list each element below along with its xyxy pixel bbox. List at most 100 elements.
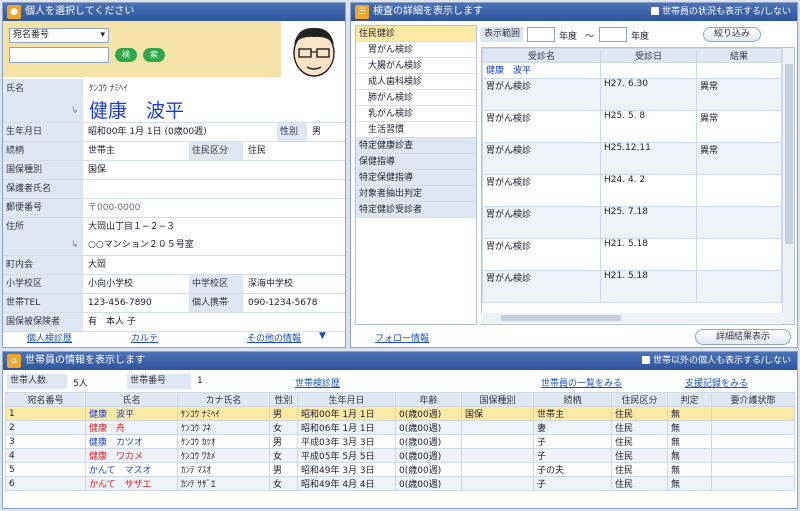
non-household-toggle[interactable]: 世帯以外の個人も表示する/しない (641, 352, 791, 370)
table-cell: H25. 7.18 (600, 206, 697, 239)
person-panel: ● 個人を選択してください 宛名番号 ▾ 検 索 氏名 ｹﾝｺｳ ﾅﾐﾍｲ 健康… (2, 2, 346, 348)
table-cell (711, 420, 795, 435)
search-type-select[interactable]: 宛名番号 ▾ (9, 28, 109, 43)
table-cell: 住民 (611, 476, 668, 491)
col-header: 生年月日 (297, 392, 396, 407)
search-button-a[interactable]: 検 (115, 48, 137, 62)
year-unit: 年度 (559, 32, 578, 42)
table-row[interactable]: 3 健康 カツオ ｹﾝｺｳ ｶﾂｵ男平成03年 3月 3日 0(歳00週) 子住民無 (5, 434, 795, 449)
col-header: 受診名 (482, 48, 601, 63)
table-cell: 0(歳00週) (395, 448, 462, 463)
other-info-link[interactable]: その他の情報 (247, 331, 301, 344)
menu-item[interactable]: 成人歯科検診 (356, 74, 476, 90)
search-input[interactable] (9, 47, 109, 63)
table-cell: 住民 (611, 434, 668, 449)
scroll-thumb[interactable] (785, 64, 793, 244)
link-icon[interactable]: ↳ (71, 240, 79, 250)
menu-item[interactable]: 保健指導 (356, 154, 476, 170)
personal-history-link[interactable]: 個人検診歴 (27, 331, 72, 344)
table-cell: 男 (269, 406, 298, 421)
table-row[interactable]: 胃がん検診 H25. 7.18 (482, 206, 782, 239)
table-cell: 無 (667, 476, 712, 491)
exam-menu: 住民健診 胃がん検診 大腸がん検診 成人歯科検診 肺がん検診 乳がん検診 生活習慣 特定健康診… (355, 25, 477, 325)
table-row[interactable]: 2 健康 舟ｹﾝｺｳ ﾌﾈ女昭和06年 1月 1日 0(歳00週) 妻住民無 (5, 420, 795, 435)
table-cell: ｹﾝｺｳ ﾅﾐﾍｲ (177, 406, 270, 421)
household-history-link[interactable]: 世帯検診歴 (295, 376, 340, 389)
table-cell: 2 (5, 420, 86, 435)
field-town: 町内会 大岡 (3, 256, 345, 275)
menu-item[interactable]: 住民健診 (356, 26, 476, 42)
menu-item[interactable]: 生活習慣 (356, 122, 476, 138)
table-row[interactable]: 胃がん検診 H21. 5.18 (482, 238, 782, 271)
household-list-link[interactable]: 世帯員の一覧をみる (541, 376, 622, 389)
checkbox-icon (650, 7, 659, 15)
table-cell: 昭和49年 3月 3日 (297, 462, 396, 477)
table-cell: 男 (269, 434, 298, 449)
menu-item[interactable]: 特定健診受診者 (356, 202, 476, 218)
menu-item[interactable]: 対象者抽出判定 (356, 186, 476, 202)
count-label: 世帯人数 (7, 374, 67, 389)
scroll-thumb[interactable] (501, 315, 621, 321)
table-row[interactable]: 4 健康 ワカメ ｹﾝｺｳ ﾜｶﾒ女平成05年 5月 5日 0(歳00週) 子住民無 (5, 448, 795, 463)
field-kokuho: 国保種別 国保 (3, 161, 345, 180)
horizontal-scrollbar[interactable] (481, 313, 783, 323)
table-cell (711, 434, 795, 449)
triangle-down-icon: ▼ (319, 331, 326, 341)
link-icon[interactable]: ↳ (71, 106, 79, 116)
table-cell: 0(歳00週) (395, 420, 462, 435)
non-household-toggle-label: 世帯以外の個人も表示する/しない (652, 356, 791, 366)
menu-item[interactable]: 肺がん検診 (356, 90, 476, 106)
field-value: 〒000-0000 (88, 203, 141, 213)
table-row[interactable]: 6 かんて サザエ ｶﾝﾃ ｻｻﾞｴ女昭和49年 4月 4日 0(歳00週) 子住民無 (5, 476, 795, 491)
field-label: 小学校区 (3, 275, 83, 293)
table-row[interactable]: 5 かんて マスオ ｶﾝﾃ ﾏｽｵ男昭和49年 3月 3日 0(歳00週) 子の夫 住民無 (5, 462, 795, 477)
household-number-value: 1 (197, 376, 203, 386)
menu-item[interactable]: 特定健康診査 (356, 138, 476, 154)
table-cell (461, 462, 534, 477)
narrow-button[interactable]: 絞り込み (703, 27, 761, 42)
table-cell (711, 406, 795, 421)
menu-item[interactable]: 乳がん検診 (356, 106, 476, 122)
followup-link[interactable]: フォロー情報 (375, 331, 429, 344)
table-cell: 子 (533, 448, 612, 463)
field-value (85, 180, 285, 198)
table-row[interactable]: 胃がん検診 H25.12.11 異常 (482, 142, 782, 175)
year-to-input[interactable] (599, 27, 627, 42)
household-header-row: 宛名番号 氏名 カナ氏名 性別 生年月日 年齢 国保種別 続柄 住民区分 判定 要介護状態 (5, 392, 795, 407)
table-cell: 健康 波平 (85, 406, 178, 421)
table-cell (711, 448, 795, 463)
household-table: 宛名番号 氏名 カナ氏名 性別 生年月日 年齢 国保種別 続柄 住民区分 判定 要介護状態 1 健康 … (5, 392, 795, 491)
table-cell: 0(歳00週) (395, 476, 462, 491)
col-header: 氏名 (85, 392, 178, 407)
table-cell: 0(歳00週) (395, 406, 462, 421)
table-cell: 5 (5, 462, 86, 477)
support-record-link[interactable]: 支援記録をみる (685, 376, 748, 389)
table-row[interactable]: 1 健康 波平 ｹﾝｺｳ ﾅﾐﾍｲ男昭和00年 1月 1日 0(歳00週) 国保 世帯主住… (5, 406, 795, 421)
menu-item[interactable]: 特定保健指導 (356, 170, 476, 186)
menu-item[interactable]: 胃がん検診 (356, 42, 476, 58)
table-cell: 子 (533, 434, 612, 449)
field-value: 090-1234-5678 (248, 298, 318, 308)
detail-panel-title: 検査の詳細を表示します (373, 6, 483, 17)
vertical-scrollbar[interactable] (782, 48, 794, 324)
table-row[interactable]: 胃がん検診 H27. 6.30 異常 (482, 78, 782, 111)
table-row[interactable]: 胃がん検診 H21. 5.18 (482, 270, 782, 303)
menu-item[interactable]: 大腸がん検診 (356, 58, 476, 74)
table-cell: 異常 (696, 78, 782, 111)
table-cell (461, 420, 534, 435)
col-header: カナ氏名 (177, 392, 270, 407)
field-label: 続柄 (3, 142, 83, 160)
field-label: 町内会 (3, 256, 83, 274)
detail-result-button[interactable]: 詳細結果表示 (695, 329, 791, 345)
search-button-b[interactable]: 索 (143, 48, 165, 62)
table-row[interactable]: 胃がん検診 H25. 5. 8 異常 (482, 110, 782, 143)
table-row[interactable]: 胃がん検診 H24. 4. 2 (482, 174, 782, 207)
household-toggle[interactable]: 世帯員の状況も表示する/しない (650, 3, 791, 21)
table-cell: 健康 波平 (482, 62, 601, 79)
household-number-label: 世帯番号 (127, 374, 191, 389)
table-cell (711, 476, 795, 491)
table-cell: 住民 (611, 406, 668, 421)
table-row[interactable]: 健康 波平 (482, 62, 782, 79)
chart-link[interactable]: カルテ (131, 331, 158, 344)
year-from-input[interactable] (527, 27, 555, 42)
